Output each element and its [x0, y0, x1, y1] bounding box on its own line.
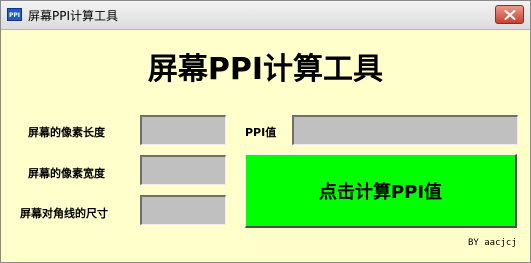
- close-icon: [504, 10, 516, 20]
- calculate-ppi-button[interactable]: 点击计算PPI值: [245, 154, 517, 228]
- ppi-value-output[interactable]: [292, 115, 518, 145]
- app-window: PPI 屏幕PPI计算工具 屏幕PPI计算工具 屏幕的像素长度 屏幕的像素宽度 …: [0, 0, 531, 263]
- diagonal-size-input[interactable]: [140, 195, 226, 225]
- close-button[interactable]: [495, 5, 524, 24]
- window-title: 屏幕PPI计算工具: [28, 9, 119, 23]
- title-bar[interactable]: PPI 屏幕PPI计算工具: [1, 1, 530, 30]
- pixel-width-label: 屏幕的像素长度: [28, 126, 105, 139]
- pixel-height-input[interactable]: [140, 155, 226, 185]
- diagonal-size-label: 屏幕对角线的尺寸: [20, 207, 108, 220]
- pixel-height-label: 屏幕的像素宽度: [28, 167, 105, 180]
- page-heading: 屏幕PPI计算工具: [147, 52, 384, 87]
- pixel-width-input[interactable]: [140, 115, 226, 145]
- ppi-value-label: PPI值: [245, 126, 277, 139]
- app-icon: PPI: [7, 8, 22, 21]
- client-area: 屏幕PPI计算工具 屏幕的像素长度 屏幕的像素宽度 屏幕对角线的尺寸 PPI值 …: [1, 30, 530, 262]
- author-credit: BY aacjcj: [468, 238, 517, 248]
